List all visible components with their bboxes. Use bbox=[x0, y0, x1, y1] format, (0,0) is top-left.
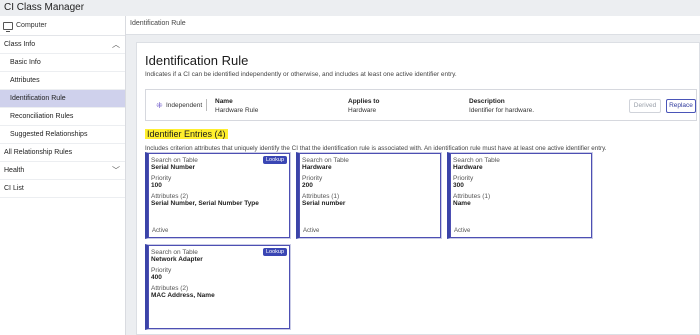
status-label: Active bbox=[152, 228, 169, 234]
sidebar-item-label: All Relationship Rules bbox=[4, 149, 73, 156]
attributes-label: Attributes (2) bbox=[151, 285, 189, 292]
rule-type: Independent bbox=[166, 102, 203, 109]
breadcrumb: Identification Rule bbox=[130, 20, 186, 27]
rule-description-column: Description Identifier for hardware. bbox=[469, 98, 534, 114]
priority-label: Priority bbox=[302, 175, 323, 182]
priority-value: 400 bbox=[151, 274, 162, 281]
attributes-value: MAC Address, Name bbox=[151, 292, 215, 299]
priority-label: Priority bbox=[151, 175, 172, 182]
identifier-entry-card[interactable]: Search on Table Hardware Priority 300 At… bbox=[447, 152, 593, 239]
priority-label: Priority bbox=[151, 267, 172, 274]
app-title: CI Class Manager bbox=[4, 2, 85, 13]
chevron-down-icon: ﹀ bbox=[112, 166, 120, 175]
table-value: Hardware bbox=[302, 164, 332, 171]
sidebar-item-label: CI List bbox=[4, 185, 24, 192]
breadcrumb-bar: Identification Rule bbox=[126, 16, 700, 35]
description-value: Identifier for hardware. bbox=[469, 107, 535, 114]
applies-value: Hardware bbox=[348, 107, 377, 114]
sidebar-header-label: Computer bbox=[16, 22, 47, 29]
sidebar-item-all-relationship-rules[interactable]: All Relationship Rules bbox=[0, 144, 125, 162]
sidebar-item-label: Basic Info bbox=[10, 59, 41, 66]
computer-icon bbox=[3, 21, 13, 32]
entries-description: Includes criterion attributes that uniqu… bbox=[145, 145, 607, 152]
priority-label: Priority bbox=[453, 175, 474, 182]
attributes-value: Serial Number, Serial Number Type bbox=[151, 200, 259, 207]
attributes-value: Serial number bbox=[302, 200, 346, 207]
identifier-entry-card[interactable]: Search on Table Hardware Priority 200 At… bbox=[296, 152, 442, 239]
main-panel: Identification Rule Indicates if a CI ca… bbox=[136, 42, 700, 335]
sidebar-item-label: Reconciliation Rules bbox=[10, 113, 74, 120]
table-value: Hardware bbox=[453, 164, 483, 171]
status-label: Active bbox=[303, 228, 320, 234]
attributes-value: Name bbox=[453, 200, 471, 207]
page-title: Identification Rule bbox=[145, 53, 249, 68]
sidebar-item-ci-list[interactable]: CI List bbox=[0, 180, 125, 198]
table-value: Network Adapter bbox=[151, 256, 203, 263]
sidebar-item-label: Suggested Relationships bbox=[10, 131, 88, 138]
description-header: Description bbox=[469, 98, 505, 105]
sidebar-header: Computer bbox=[0, 16, 125, 36]
attributes-label: Attributes (1) bbox=[453, 193, 491, 200]
sidebar-item-reconciliation-rules[interactable]: Reconciliation Rules bbox=[0, 108, 125, 126]
name-value: Hardware Rule bbox=[215, 107, 259, 114]
hierarchy-icon: ⁜ bbox=[156, 101, 163, 110]
divider bbox=[206, 99, 207, 111]
sidebar-item-suggested-relationships[interactable]: Suggested Relationships bbox=[0, 126, 125, 144]
table-label: Search on Table bbox=[302, 157, 349, 164]
title-bar: CI Class Manager bbox=[0, 0, 700, 16]
sidebar-item-attributes[interactable]: Attributes bbox=[0, 72, 125, 90]
sidebar-item-label: Attributes bbox=[10, 77, 40, 84]
rule-applies-column: Applies to Hardware bbox=[348, 98, 379, 114]
chevron-up-icon: ︿ bbox=[112, 40, 120, 49]
table-label: Search on Table bbox=[453, 157, 500, 164]
entries-title: Identifier Entries (4) bbox=[145, 129, 228, 139]
attributes-label: Attributes (1) bbox=[302, 193, 340, 200]
table-label: Search on Table bbox=[151, 249, 198, 256]
status-label: Active bbox=[454, 228, 471, 234]
name-header: Name bbox=[215, 98, 233, 105]
sidebar-item-label: Class Info bbox=[4, 41, 36, 48]
applies-header: Applies to bbox=[348, 98, 380, 105]
page-description: Indicates if a CI can be identified inde… bbox=[145, 71, 457, 78]
sidebar-item-basic-info[interactable]: Basic Info bbox=[0, 54, 125, 72]
sidebar-item-health[interactable]: Health ﹀ bbox=[0, 162, 125, 180]
identifier-entry-card[interactable]: Lookup Search on Table Network Adapter P… bbox=[145, 244, 291, 330]
sidebar-item-label: Identification Rule bbox=[10, 95, 66, 102]
identifier-entry-card[interactable]: Lookup Search on Table Serial Number Pri… bbox=[145, 152, 291, 239]
priority-value: 300 bbox=[453, 182, 464, 189]
replace-button[interactable]: Replace bbox=[666, 99, 696, 113]
sidebar: Computer Class Info ︿ Basic Info Attribu… bbox=[0, 16, 126, 335]
rule-summary: ⁜ Independent Name Hardware Rule Applies… bbox=[145, 89, 697, 121]
sidebar-item-identification-rule[interactable]: Identification Rule bbox=[0, 90, 125, 108]
sidebar-item-class-info[interactable]: Class Info ︿ bbox=[0, 36, 125, 54]
attributes-label: Attributes (2) bbox=[151, 193, 189, 200]
table-value: Serial Number bbox=[151, 164, 196, 171]
priority-value: 100 bbox=[151, 182, 162, 189]
priority-value: 200 bbox=[302, 182, 313, 189]
table-label: Search on Table bbox=[151, 157, 198, 164]
sidebar-item-label: Health bbox=[4, 167, 25, 174]
rule-name-column: Name Hardware Rule bbox=[215, 98, 258, 114]
derived-button[interactable]: Derived bbox=[629, 99, 661, 113]
